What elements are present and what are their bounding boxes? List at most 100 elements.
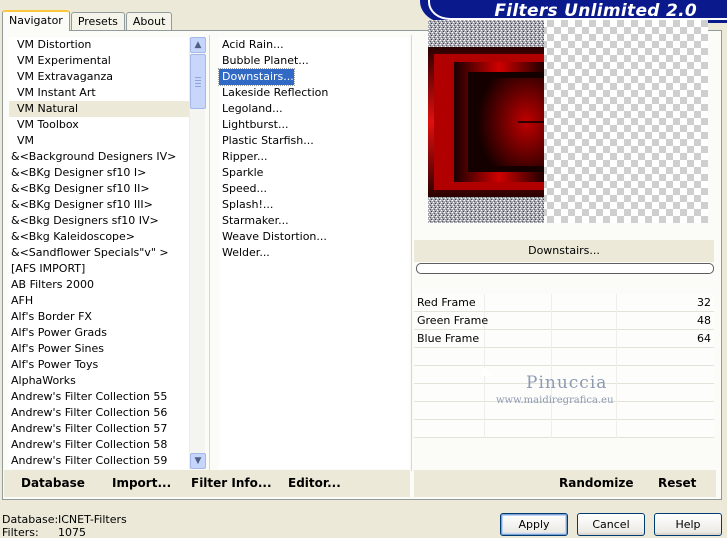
filter-item[interactable]: Splash!...	[219, 197, 273, 213]
category-item[interactable]: &<BKg Designer sf10 II>	[9, 181, 189, 197]
database-value: ICNET-Filters	[58, 513, 127, 526]
filter-item[interactable]: Sparkle	[219, 165, 263, 181]
category-item[interactable]: AB Filters 2000	[9, 277, 189, 293]
category-item[interactable]: VM Experimental	[9, 53, 189, 69]
tab-about[interactable]: About	[125, 12, 173, 30]
category-item[interactable]: Andrew's Filter Collection 55	[9, 389, 189, 405]
category-item[interactable]: VM Distortion	[9, 37, 189, 53]
parameter-label: Green Frame	[417, 314, 489, 327]
cancel-button[interactable]: Cancel	[577, 513, 645, 536]
grip-line	[195, 86, 201, 87]
parameter-label: Blue Frame	[417, 332, 480, 345]
scroll-up-button[interactable]: ▲	[190, 37, 206, 53]
filter-item[interactable]: Welder...	[219, 245, 270, 261]
empty-slider-row	[414, 348, 714, 366]
category-item[interactable]: Alf's Border FX	[9, 309, 189, 325]
filter-item[interactable]: Starmaker...	[219, 213, 289, 229]
parameter-button-bar: Randomize Reset	[414, 470, 716, 497]
filters-count-value: 1075	[58, 526, 86, 538]
category-item[interactable]: &<BKg Designer sf10 I>	[9, 165, 189, 181]
category-item[interactable]: VM Toolbox	[9, 117, 189, 133]
category-item[interactable]: Alf's Power Grads	[9, 325, 189, 341]
category-item[interactable]: &<Bkg Designers sf10 IV>	[9, 213, 189, 229]
empty-slider-row	[414, 420, 714, 438]
parameter-label: Red Frame	[417, 296, 476, 309]
parameter-value: 32	[697, 296, 711, 309]
parameter-value: 64	[697, 332, 711, 345]
category-item[interactable]: VM Natural	[9, 101, 189, 117]
grip-line	[195, 80, 201, 81]
watermark-url: www.maidiregrafica.eu	[496, 395, 614, 406]
slider-tick	[616, 384, 618, 402]
parameter-slider-row[interactable]: Green Frame 48	[414, 312, 714, 330]
chevron-up-icon: ▲	[194, 40, 202, 50]
filter-item[interactable]: Plastic Starfish...	[219, 133, 314, 149]
help-button[interactable]: Help	[654, 513, 722, 536]
filter-list[interactable]: Acid Rain... Bubble Planet... Downstairs..…	[218, 37, 409, 469]
apply-button[interactable]: Apply	[500, 513, 568, 536]
category-item[interactable]: &<BKg Designer sf10 III>	[9, 197, 189, 213]
slider-tick	[550, 420, 552, 438]
filter-item[interactable]: Legoland...	[219, 101, 283, 117]
filter-item[interactable]: Acid Rain...	[219, 37, 284, 53]
slider-tick	[550, 294, 552, 312]
tab-presets[interactable]: Presets	[70, 12, 125, 30]
filter-item[interactable]: Weave Distortion...	[219, 229, 327, 245]
category-list[interactable]: VM Distortion VM Experimental VM Extravaga…	[9, 37, 189, 469]
category-item[interactable]: [AFS IMPORT]	[9, 261, 189, 277]
import-button[interactable]: Import...	[112, 476, 171, 490]
navigator-button-bar: Database Import... Filter Info... Editor…	[4, 470, 410, 497]
slider-tick	[616, 402, 618, 420]
category-item[interactable]: AFH	[9, 293, 189, 309]
filter-item[interactable]: Downstairs...	[218, 68, 295, 86]
slider-track	[484, 312, 684, 330]
parameter-value: 48	[697, 314, 711, 327]
category-item[interactable]: Alf's Power Sines	[9, 341, 189, 357]
category-item[interactable]: Andrew's Filter Collection 56	[9, 405, 189, 421]
filter-item[interactable]: Bubble Planet...	[219, 53, 309, 69]
parameter-slider-row[interactable]: Blue Frame 64	[414, 330, 714, 348]
scroll-thumb[interactable]	[190, 54, 206, 109]
filter-item[interactable]: Ripper...	[219, 149, 267, 165]
category-item[interactable]: Andrew's Filter Collection 57	[9, 421, 189, 437]
slider-tick	[616, 330, 618, 348]
category-item[interactable]: &<Sandflower Specials"v" >	[9, 245, 189, 261]
category-item[interactable]: &<Background Designers IV>	[9, 149, 189, 165]
filter-item[interactable]: Speed...	[219, 181, 267, 197]
tab-navigator[interactable]: Navigator	[2, 10, 70, 31]
randomize-button[interactable]: Randomize	[559, 476, 633, 490]
slider-tick	[616, 420, 618, 438]
category-item[interactable]: Andrew's Filter Collection 58	[9, 437, 189, 453]
chevron-down-icon: ▼	[194, 456, 202, 466]
category-item[interactable]: Andrew's Filter Collection 59	[9, 453, 189, 469]
reset-button[interactable]: Reset	[658, 476, 696, 490]
category-item[interactable]: VM	[9, 133, 189, 149]
parameter-slider-row[interactable]: Red Frame 32	[414, 294, 714, 312]
category-item[interactable]: &<Bkg Kaleidoscope>	[9, 229, 189, 245]
current-filter-name: Downstairs...	[414, 240, 714, 262]
preview-image	[428, 20, 544, 223]
category-item[interactable]: Alf's Power Toys	[9, 357, 189, 373]
slider-tick	[616, 366, 618, 384]
slider-tick	[616, 312, 618, 330]
slider-track	[484, 294, 684, 312]
filters-count-label: Filters:	[2, 526, 39, 538]
slider-track	[484, 330, 684, 348]
slider-tick	[550, 348, 552, 366]
category-item[interactable]: VM Instant Art	[9, 85, 189, 101]
filter-info-button[interactable]: Filter Info...	[191, 476, 272, 490]
slider-track	[484, 348, 684, 366]
category-item[interactable]: VM Extravaganza	[9, 69, 189, 85]
database-button[interactable]: Database	[21, 476, 85, 490]
category-item[interactable]: AlphaWorks	[9, 373, 189, 389]
scroll-down-button[interactable]: ▼	[190, 453, 206, 469]
divider	[209, 35, 210, 471]
editor-button[interactable]: Editor...	[288, 476, 341, 490]
database-label: Database:	[2, 513, 59, 526]
slider-tick	[550, 312, 552, 330]
filter-item[interactable]: Lightburst...	[219, 117, 288, 133]
filter-item[interactable]: Lakeside Reflection	[219, 85, 328, 101]
category-scrollbar[interactable]: ▲ ▼	[189, 37, 206, 469]
slider-tick	[616, 294, 618, 312]
database-info: Database:ICNET-Filters Filters: 1075	[2, 513, 127, 538]
